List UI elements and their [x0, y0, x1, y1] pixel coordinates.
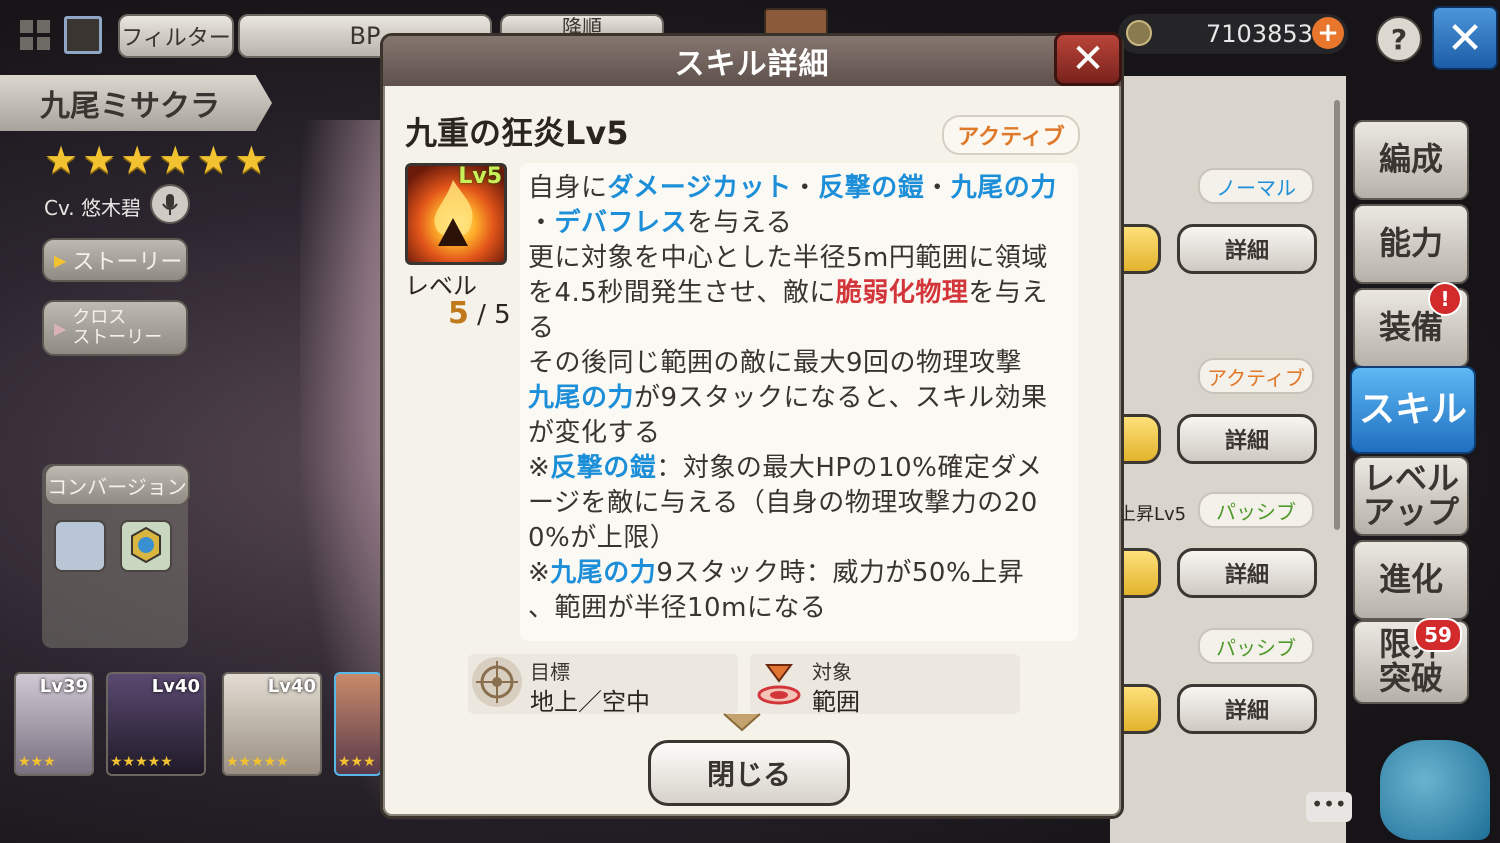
card-level: Lv40 — [151, 676, 200, 697]
star-icon: ★ — [196, 138, 231, 182]
grid-view-icon[interactable] — [14, 16, 58, 56]
star-icon: ★ — [82, 138, 117, 182]
alert-badge: ! — [1428, 282, 1462, 316]
skill-type-tag: パッシブ — [1198, 492, 1314, 528]
voice-actor-label: Cv. 悠木碧 — [44, 196, 141, 220]
level-max: 5 — [494, 300, 511, 330]
skill-description: 自身にダメージカット・反撃の鎧・九尾の力 ・デバフレスを与える 更に対象を中心とした… — [520, 163, 1078, 641]
star-icon: ★ — [44, 138, 79, 182]
help-label: ? — [1390, 22, 1408, 56]
add-currency-button[interactable]: + — [1312, 17, 1344, 49]
card-stars: ★★★★★ — [226, 754, 289, 770]
menu-ability[interactable]: 能力 — [1353, 204, 1469, 284]
menu-level-up[interactable]: レベル アップ — [1353, 456, 1469, 536]
list-scrollbar[interactable] — [1334, 100, 1340, 530]
skill-type-badge: アクティブ — [942, 115, 1080, 155]
menu-formation[interactable]: 編成 — [1353, 120, 1469, 200]
emblem-icon[interactable] — [120, 520, 172, 572]
skill-detail-button[interactable]: 詳細 — [1177, 414, 1317, 464]
mascot-icon[interactable] — [1380, 740, 1490, 840]
scope-label: 対象 — [812, 660, 852, 684]
story-button[interactable]: ▶ ストーリー — [42, 238, 188, 282]
menu-evolution[interactable]: 進化 — [1353, 540, 1469, 620]
star-icon: ★ — [234, 138, 269, 182]
star-icon: ★ — [120, 138, 155, 182]
target-label: 目標 — [530, 660, 570, 684]
coin-icon — [1126, 20, 1152, 46]
icon-level: Lv5 — [458, 164, 502, 189]
skill-type-tag: ノーマル — [1198, 168, 1314, 204]
skill-type-tag: パッシブ — [1198, 628, 1314, 664]
cross-story-button[interactable]: ▶ クロス ストーリー — [42, 300, 188, 356]
currency-amount: 7103853 — [1206, 20, 1313, 48]
card-level: Lv39 — [39, 676, 88, 697]
robe-icon[interactable] — [54, 520, 106, 572]
level-separator: / — [477, 300, 495, 330]
modal-close-icon[interactable]: ✕ — [1054, 32, 1122, 86]
skill-detail-button[interactable]: 詳細 — [1177, 684, 1317, 734]
target-info: 目標 地上／空中 — [468, 654, 738, 716]
area-target-icon — [754, 657, 804, 707]
card-stars: ★★★★★ — [110, 754, 173, 770]
rarity-stars: ★ ★ ★ ★ ★ ★ — [44, 138, 268, 182]
close-icon: ✕ — [1446, 12, 1484, 64]
target-value: 地上／空中 — [530, 688, 650, 716]
roster-card[interactable]: Lv40 ★★★★★ — [222, 672, 322, 776]
menu-skill[interactable]: スキル — [1350, 366, 1476, 454]
skill-detail-button[interactable]: 詳細 — [1177, 224, 1317, 274]
card-stars: ★★★ — [18, 754, 56, 770]
story-label: ストーリー — [72, 250, 183, 275]
scope-value: 範囲 — [812, 688, 860, 716]
count-badge: 59 — [1414, 618, 1462, 652]
exit-button[interactable]: ✕ — [1432, 6, 1498, 70]
card-level: Lv40 — [267, 676, 316, 697]
cross-story-label: クロス ストーリー — [72, 307, 163, 348]
star-icon: ★ — [158, 138, 193, 182]
character-name: 九尾ミサクラ — [0, 75, 272, 131]
conversion-label: コンバージョン — [44, 464, 190, 506]
roster-card[interactable]: Lv39 ★★★ — [14, 672, 94, 776]
play-arrow-icon: ▶ — [54, 318, 67, 338]
skill-name: 九重の狂炎Lv5 — [405, 114, 629, 152]
crosshair-icon — [472, 657, 522, 707]
close-button[interactable]: 閉じる — [648, 740, 850, 806]
roster-card[interactable]: ★★★ — [334, 672, 382, 776]
sort-key-label: BP — [349, 22, 381, 50]
skill-detail-button[interactable]: 詳細 — [1177, 548, 1317, 598]
play-arrow-icon: ▶ — [54, 250, 67, 270]
level-value: 5 / 5 — [448, 296, 511, 331]
modal-title: スキル詳細 — [383, 36, 1121, 86]
skill-name-partial: 上昇Lv5 — [1118, 504, 1187, 525]
list-view-icon[interactable] — [64, 16, 102, 54]
level-current: 5 — [448, 296, 469, 331]
flame-skill-icon: Lv5 — [405, 163, 507, 265]
roster-card[interactable]: Lv40 ★★★★★ — [106, 672, 206, 776]
help-button[interactable]: ? — [1376, 16, 1422, 62]
scroll-down-icon[interactable] — [722, 712, 762, 732]
skill-type-tag: アクティブ — [1198, 358, 1314, 394]
microphone-icon[interactable] — [150, 184, 190, 224]
scope-info: 対象 範囲 — [750, 654, 1020, 716]
chat-icon[interactable]: ••• — [1306, 792, 1352, 822]
filter-button[interactable]: フィルター — [118, 14, 234, 58]
card-stars: ★★★ — [338, 754, 376, 770]
